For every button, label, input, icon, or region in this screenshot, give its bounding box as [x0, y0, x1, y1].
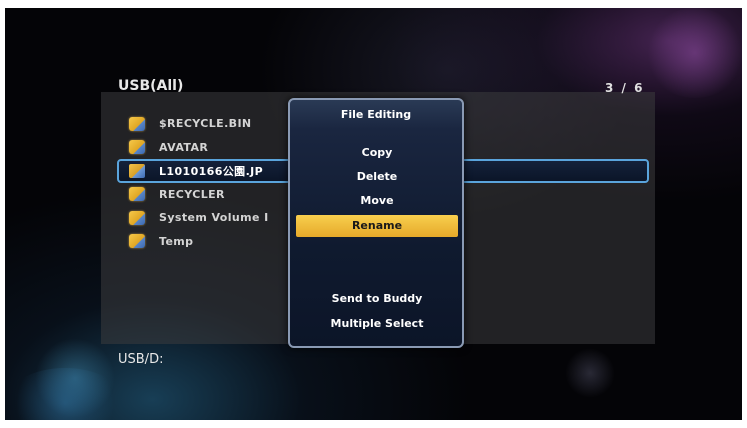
menu-item-copy[interactable]: Copy: [296, 142, 458, 164]
folder-icon: [129, 116, 145, 131]
menu-item-move[interactable]: Move: [296, 190, 458, 212]
file-name: L1010166公園.JP: [159, 164, 264, 178]
folder-icon: [129, 187, 145, 202]
menu-item-multiple-select[interactable]: Multiple Select: [296, 313, 458, 335]
folder-icon: [129, 210, 145, 225]
menu-item-rename[interactable]: Rename: [296, 215, 458, 237]
bokeh-light: [565, 348, 615, 398]
file-name: AVATAR: [159, 140, 209, 154]
file-name: RECYCLER: [159, 187, 225, 201]
file-name: $RECYCLE.BIN: [159, 117, 252, 131]
file-name: System Volume I: [159, 211, 269, 225]
folder-icon: [129, 234, 145, 249]
image-file-icon: [129, 163, 145, 178]
current-path: USB/D:: [118, 352, 164, 367]
folder-icon: [129, 140, 145, 155]
item-counter: 3 / 6: [605, 81, 645, 95]
bokeh-light: [645, 8, 742, 98]
menu-item-delete[interactable]: Delete: [296, 166, 458, 188]
menu-item-send-to-buddy[interactable]: Send to Buddy: [296, 288, 458, 310]
file-editing-menu: File Editing Copy Delete Move Rename Sen…: [288, 98, 464, 348]
menu-title: File Editing: [340, 108, 412, 121]
file-name: Temp: [159, 234, 194, 248]
source-title: USB(All): [118, 78, 184, 94]
